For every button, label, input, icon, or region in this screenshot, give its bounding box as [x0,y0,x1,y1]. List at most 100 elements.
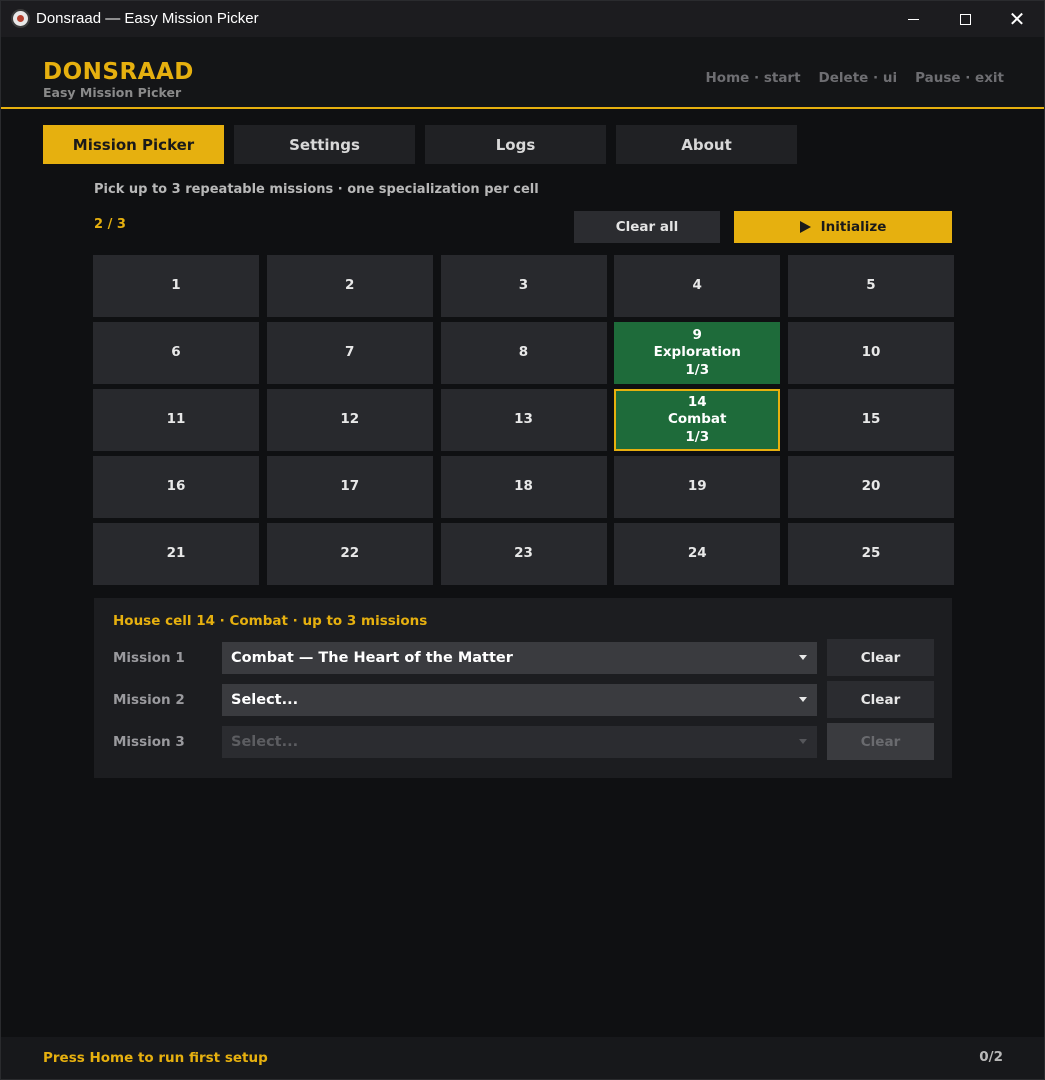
picker-hint: Pick up to 3 repeatable missions · one s… [94,182,539,197]
hotkey-home: Home · start [705,70,801,86]
house-cell-1[interactable]: 1 [93,255,259,317]
house-cell-16[interactable]: 16 [93,456,259,518]
status-count: 0/2 [979,1049,1003,1065]
mission-3-clear-button[interactable]: Clear [827,723,934,760]
cell-number: 10 [861,344,881,361]
mission-1-select[interactable]: Combat — The Heart of the Matter [222,642,817,674]
chevron-down-icon [799,655,807,660]
house-cell-5[interactable]: 5 [788,255,954,317]
mission-3-label: Mission 3 [113,734,185,750]
house-cell-15[interactable]: 15 [788,389,954,451]
play-icon [799,221,811,233]
close-button[interactable]: ✕ [991,1,1043,37]
house-cell-19[interactable]: 19 [614,456,781,518]
cell-number: 8 [518,344,529,361]
maximize-button[interactable] [939,1,991,37]
house-cell-17[interactable]: 17 [266,456,433,518]
house-cell-21[interactable]: 21 [93,523,259,585]
mission-2-value: Select... [231,692,299,708]
house-cell-13[interactable]: 13 [440,389,607,451]
house-cell-12[interactable]: 12 [266,389,433,451]
cell-number: 18 [514,478,533,495]
house-cell-3[interactable]: 3 [440,255,607,317]
cell-number: 20 [861,478,881,495]
app-header: DONSRAAD Easy Mission Picker Home · star… [1,37,1044,109]
cell-number: 19 [687,478,707,495]
mission-3-value: Select... [231,734,299,750]
cell-number: 11 [166,411,186,428]
cell-number: 25 [861,545,881,562]
house-cell-6[interactable]: 6 [93,322,259,384]
house-cell-10[interactable]: 10 [788,322,954,384]
house-cell-4[interactable]: 4 [614,255,781,317]
cell-number: 7 [345,344,355,361]
cell-number: 9 [692,326,702,343]
cell-specialization: Combat [668,411,727,428]
cell-number: 22 [340,545,360,562]
window-title: Donsraad — Easy Mission Picker [36,10,259,27]
close-icon: ✕ [1008,7,1026,31]
house-cell-2[interactable]: 2 [266,255,433,317]
house-cell-18[interactable]: 18 [440,456,607,518]
house-cell-8[interactable]: 8 [440,322,607,384]
cell-mission-count: 1/3 [685,428,710,445]
cell-number: 4 [692,277,702,294]
hotkey-pause: Pause · exit [915,70,1004,86]
house-cell-grid: 1 2 3 4 5 6 7 8 9 Exploration 1/3 10 11 12 13 14 Combat 1… [93,255,954,585]
brand-title: DONSRAAD [43,59,194,85]
cell-number: 14 [687,393,707,410]
status-message: Press Home to run first setup [43,1050,268,1066]
clear-all-button[interactable]: Clear all [574,211,720,243]
cell-number: 23 [514,545,533,562]
tab-logs[interactable]: Logs [425,125,606,164]
title-bar[interactable]: Donsraad — Easy Mission Picker ✕ [1,1,1044,37]
cell-number: 5 [866,277,876,294]
house-cell-14[interactable]: 14 Combat 1/3 [614,389,781,451]
cell-number: 21 [166,545,186,562]
cell-number: 1 [171,277,181,294]
mission-1-value: Combat — The Heart of the Matter [231,650,513,666]
tab-mission-picker[interactable]: Mission Picker [43,125,224,164]
cell-number: 6 [171,344,181,361]
mission-1-clear-button[interactable]: Clear [827,639,934,676]
chevron-down-icon [799,739,807,744]
house-cell-25[interactable]: 25 [788,523,954,585]
cell-detail-panel: House cell 14 · Combat · up to 3 mission… [94,598,952,778]
panel-title: House cell 14 · Combat · up to 3 mission… [113,613,428,629]
house-cell-22[interactable]: 22 [266,523,433,585]
house-cell-23[interactable]: 23 [440,523,607,585]
brand-subtitle: Easy Mission Picker [43,85,182,100]
minimize-icon [907,18,919,20]
cell-specialization: Exploration [653,344,741,361]
status-bar: Press Home to run first setup 0/2 [1,1037,1044,1079]
cell-number: 15 [861,411,881,428]
cell-number: 13 [514,411,533,428]
tab-settings[interactable]: Settings [234,125,415,164]
tab-bar: Mission Picker Settings Logs About [43,125,797,164]
cell-number: 12 [340,411,360,428]
selection-counter: 2 / 3 [94,217,126,232]
minimize-button[interactable] [887,1,939,37]
cell-number: 16 [166,478,186,495]
house-cell-9[interactable]: 9 Exploration 1/3 [614,322,781,384]
house-cell-24[interactable]: 24 [614,523,781,585]
mission-1-label: Mission 1 [113,650,185,666]
house-cell-11[interactable]: 11 [93,389,259,451]
mission-3-select[interactable]: Select... [222,726,817,758]
house-cell-7[interactable]: 7 [266,322,433,384]
tab-about[interactable]: About [616,125,797,164]
cell-number: 17 [340,478,360,495]
initialize-label: Initialize [820,219,887,235]
mission-2-label: Mission 2 [113,692,185,708]
cell-number: 3 [518,277,529,294]
app-window: Donsraad — Easy Mission Picker ✕ DONSRAA… [0,0,1045,1080]
maximize-icon [959,13,971,25]
app-icon [11,9,30,28]
house-cell-20[interactable]: 20 [788,456,954,518]
hotkey-hints: Home · start Delete · ui Pause · exit [706,70,1005,86]
cell-number: 2 [345,277,355,294]
initialize-button[interactable]: Initialize [734,211,952,243]
mission-2-clear-button[interactable]: Clear [827,681,934,718]
mission-2-select[interactable]: Select... [222,684,817,716]
cell-number: 24 [687,545,707,562]
